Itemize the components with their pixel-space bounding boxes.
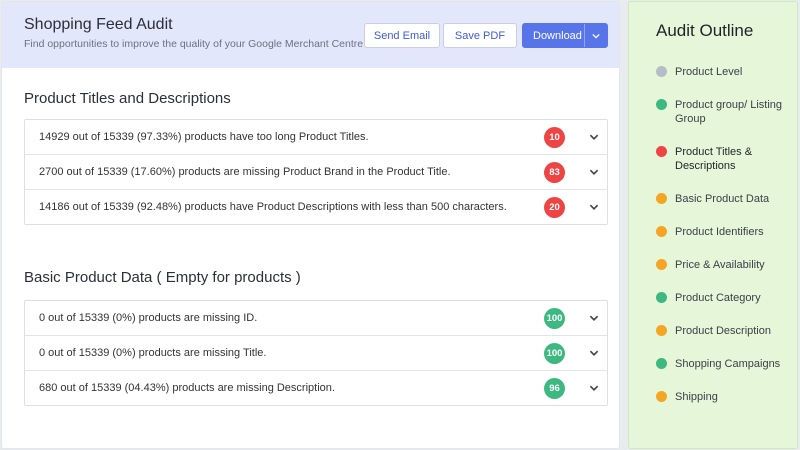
outline-item[interactable]: Shopping Campaigns xyxy=(651,357,791,371)
audit-outline-sidebar: Audit Outline Product Level Product group… xyxy=(628,1,798,449)
chevron-down-icon[interactable] xyxy=(588,312,600,324)
outline-item[interactable]: Product Category xyxy=(651,291,791,305)
chevron-down-icon[interactable] xyxy=(588,131,600,143)
page-title: Shopping Feed Audit xyxy=(24,16,173,33)
status-dot-icon xyxy=(656,66,667,77)
outline-item-label: Product group/ Listing Group xyxy=(675,99,783,125)
audit-row-text: 0 out of 15339 (0%) products are missing… xyxy=(39,347,267,359)
download-menu-toggle[interactable] xyxy=(584,24,607,47)
page-header: Shopping Feed Audit Find opportunities t… xyxy=(2,2,619,68)
status-dot-icon xyxy=(656,325,667,336)
audit-row-text: 2700 out of 15339 (17.60%) products are … xyxy=(39,166,451,178)
audit-card: 14929 out of 15339 (97.33%) products hav… xyxy=(24,119,608,225)
score-badge: 20 xyxy=(544,196,565,218)
outline-title: Audit Outline xyxy=(656,21,754,40)
outline-item[interactable]: Basic Product Data xyxy=(651,192,791,206)
outline-item[interactable]: Shipping xyxy=(651,390,791,404)
status-dot-icon xyxy=(656,146,667,157)
page-subtitle: Find opportunities to improve the qualit… xyxy=(24,38,395,50)
score-badge: 10 xyxy=(544,126,565,148)
audit-row[interactable]: 0 out of 15339 (0%) products are missing… xyxy=(25,301,607,336)
score-badge: 83 xyxy=(544,161,565,183)
status-dot-icon xyxy=(656,226,667,237)
outline-item-label: Product Category xyxy=(675,292,761,304)
chevron-down-icon[interactable] xyxy=(588,201,600,213)
send-email-button[interactable]: Send Email xyxy=(364,23,440,48)
outline-item-label: Product Titles & Descriptions xyxy=(675,146,753,172)
save-pdf-button[interactable]: Save PDF xyxy=(443,23,517,48)
section-title: Basic Product Data ( Empty for products … xyxy=(24,269,301,286)
audit-row[interactable]: 14186 out of 15339 (92.48%) products hav… xyxy=(25,190,607,224)
status-dot-icon xyxy=(656,99,667,110)
audit-card: 0 out of 15339 (0%) products are missing… xyxy=(24,300,608,406)
outline-item[interactable]: Price & Availability xyxy=(651,258,791,272)
outline-item-label: Basic Product Data xyxy=(675,193,770,205)
audit-row-text: 14929 out of 15339 (97.33%) products hav… xyxy=(39,131,369,143)
outline-item-label: Product Identifiers xyxy=(675,226,764,238)
audit-row[interactable]: 2700 out of 15339 (17.60%) products are … xyxy=(25,155,607,190)
audit-row-text: 14186 out of 15339 (92.48%) products hav… xyxy=(39,201,507,213)
score-badge: 96 xyxy=(544,377,565,399)
status-dot-icon xyxy=(656,193,667,204)
outline-item[interactable]: Product Titles & Descriptions xyxy=(651,145,791,173)
audit-main-panel: Shopping Feed Audit Find opportunities t… xyxy=(1,1,620,449)
chevron-down-icon xyxy=(592,33,600,39)
outline-item-label: Shipping xyxy=(675,391,718,403)
audit-row-text: 0 out of 15339 (0%) products are missing… xyxy=(39,312,258,324)
audit-row-text: 680 out of 15339 (04.43%) products are m… xyxy=(39,382,335,394)
status-dot-icon xyxy=(656,358,667,369)
outline-item-label: Product Description xyxy=(675,325,771,337)
outline-item-label: Price & Availability xyxy=(675,259,765,271)
chevron-down-icon[interactable] xyxy=(588,382,600,394)
audit-row[interactable]: 680 out of 15339 (04.43%) products are m… xyxy=(25,371,607,405)
score-badge: 100 xyxy=(544,342,565,364)
outline-item[interactable]: Product Identifiers xyxy=(651,225,791,239)
audit-row[interactable]: 0 out of 15339 (0%) products are missing… xyxy=(25,336,607,371)
status-dot-icon xyxy=(656,391,667,402)
outline-item-label: Shopping Campaigns xyxy=(675,358,781,370)
section-title: Product Titles and Descriptions xyxy=(24,90,231,107)
outline-item-label: Product Level xyxy=(675,66,743,78)
outline-item[interactable]: Product Level xyxy=(651,65,791,79)
status-dot-icon xyxy=(656,292,667,303)
status-dot-icon xyxy=(656,259,667,270)
outline-item[interactable]: Product group/ Listing Group xyxy=(651,98,791,126)
download-button[interactable]: Download xyxy=(522,23,608,48)
audit-row[interactable]: 14929 out of 15339 (97.33%) products hav… xyxy=(25,120,607,155)
download-label: Download xyxy=(533,29,582,42)
chevron-down-icon[interactable] xyxy=(588,166,600,178)
outline-item[interactable]: Product Description xyxy=(651,324,791,338)
chevron-down-icon[interactable] xyxy=(588,347,600,359)
score-badge: 100 xyxy=(544,307,565,329)
